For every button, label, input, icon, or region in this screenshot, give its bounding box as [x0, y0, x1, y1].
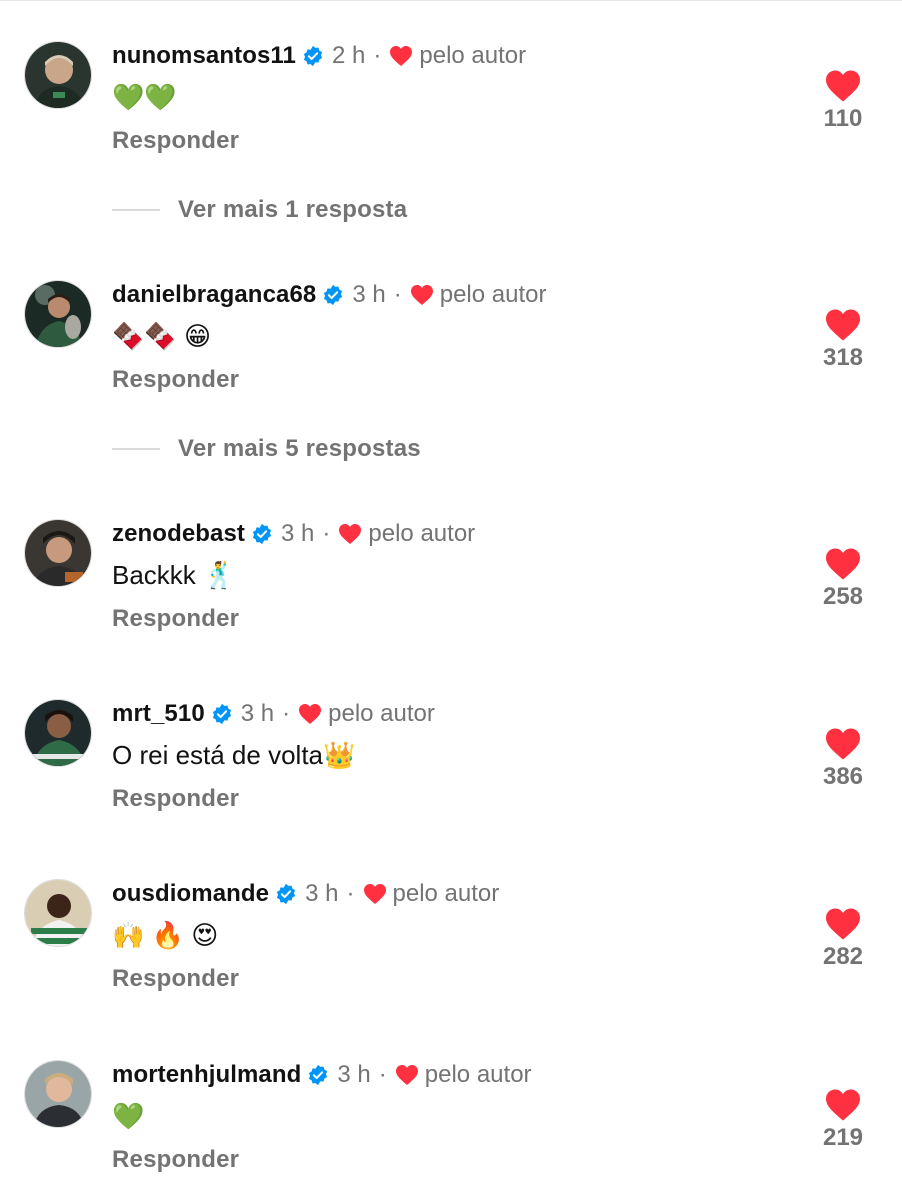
- liked-by-author-label: pelo autor: [439, 281, 547, 308]
- top-divider: [0, 0, 902, 1]
- liked-by-author-label: pelo autor: [392, 880, 500, 907]
- heart-filled-icon[interactable]: [824, 308, 862, 342]
- like-count: 219: [822, 1124, 864, 1151]
- heart-filled-icon: [395, 1065, 418, 1085]
- avatar[interactable]: [24, 41, 92, 109]
- liked-by-author-label: pelo autor: [368, 520, 476, 547]
- reply-button[interactable]: Responder: [112, 366, 239, 394]
- view-replies-button[interactable]: Ver mais 1 resposta: [112, 195, 612, 225]
- username[interactable]: mortenhjulmand: [112, 1061, 301, 1089]
- heart-filled-icon[interactable]: [824, 69, 862, 103]
- username[interactable]: nunomsantos11: [112, 42, 296, 70]
- reply-button[interactable]: Responder: [112, 605, 239, 633]
- verified-badge-icon: [309, 1064, 328, 1086]
- liked-by-author-label: pelo autor: [419, 42, 527, 69]
- heart-filled-icon: [363, 884, 386, 904]
- comment-text: Backkk 🕺: [112, 559, 236, 590]
- separator-dot: ·: [346, 880, 355, 907]
- comment-text: 💚: [112, 1100, 145, 1131]
- timestamp: 3 h: [305, 880, 339, 907]
- heart-filled-icon[interactable]: [824, 727, 862, 761]
- liked-by-author-label: pelo autor: [424, 1061, 532, 1088]
- heart-filled-icon[interactable]: [824, 547, 862, 581]
- heart-filled-icon: [390, 46, 413, 66]
- separator-dot: ·: [373, 42, 382, 69]
- timestamp: 3 h: [240, 700, 275, 727]
- timestamp: 2 h: [332, 42, 366, 69]
- reply-button[interactable]: Responder: [112, 965, 239, 993]
- reply-button[interactable]: Responder: [112, 785, 239, 813]
- reply-button[interactable]: Responder: [112, 127, 239, 155]
- comment-text: 🍫🍫 😁: [112, 320, 212, 351]
- replies-divider-line: [112, 209, 160, 211]
- comment-text: O rei está de volta👑: [112, 739, 356, 770]
- reply-button[interactable]: Responder: [112, 1146, 239, 1174]
- username[interactable]: mrt_510: [112, 700, 205, 728]
- username[interactable]: ousdiomande: [112, 880, 269, 908]
- like-count: 258: [822, 583, 864, 610]
- verified-badge-icon: [303, 45, 323, 67]
- timestamp: 3 h: [352, 281, 386, 308]
- like-count: 110: [823, 105, 863, 132]
- heart-filled-icon: [410, 285, 433, 305]
- avatar[interactable]: [24, 699, 92, 767]
- like-count: 282: [822, 943, 864, 970]
- verified-badge-icon: [324, 284, 343, 306]
- view-replies-label: Ver mais 5 respostas: [178, 435, 421, 462]
- view-replies-label: Ver mais 1 resposta: [178, 196, 408, 223]
- verified-badge-icon: [277, 883, 296, 905]
- view-replies-button[interactable]: Ver mais 5 respostas: [112, 434, 612, 464]
- comment-text: 🙌 🔥 😍: [112, 919, 219, 950]
- timestamp: 3 h: [281, 520, 315, 547]
- heart-filled-icon: [299, 704, 322, 724]
- comment-text: 💚💚: [112, 81, 177, 112]
- heart-filled-icon[interactable]: [824, 1088, 862, 1122]
- verified-badge-icon: [212, 703, 231, 725]
- separator-dot: ·: [322, 520, 331, 547]
- avatar[interactable]: [24, 280, 92, 348]
- username[interactable]: zenodebast: [112, 520, 245, 548]
- separator-dot: ·: [282, 700, 291, 727]
- avatar[interactable]: [24, 1060, 92, 1128]
- separator-dot: ·: [378, 1061, 387, 1088]
- replies-divider-line: [112, 448, 160, 450]
- liked-by-author-label: pelo autor: [328, 700, 435, 727]
- username[interactable]: danielbraganca68: [112, 281, 316, 309]
- heart-filled-icon: [339, 524, 362, 544]
- timestamp: 3 h: [337, 1061, 371, 1088]
- separator-dot: ·: [393, 281, 402, 308]
- avatar[interactable]: [24, 879, 92, 947]
- like-count: 386: [822, 763, 864, 790]
- verified-badge-icon: [252, 523, 272, 545]
- avatar[interactable]: [24, 519, 92, 587]
- like-count: 318: [822, 344, 864, 371]
- heart-filled-icon[interactable]: [824, 907, 862, 941]
